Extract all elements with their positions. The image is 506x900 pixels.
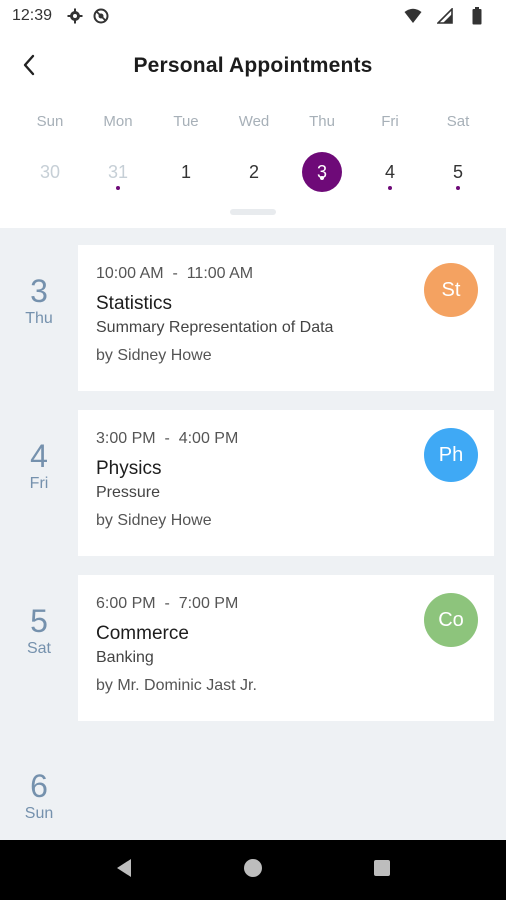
appointment-list[interactable]: 3 Thu 10:00 AM - 11:00 AM Statistics Sum… [0, 228, 506, 840]
day-of-week-label: Sat [446, 113, 470, 130]
date-weekday: Thu [25, 310, 53, 327]
date-number: 5 [30, 603, 48, 639]
day-thu[interactable]: Thu 3 [288, 112, 356, 192]
appointment-topic: Summary Representation of Data [96, 319, 334, 336]
day-fri[interactable]: Fri 4 [356, 112, 424, 190]
nav-back-button[interactable] [104, 850, 144, 890]
back-button[interactable] [12, 50, 46, 84]
nav-home-button[interactable] [233, 850, 273, 890]
day-sat[interactable]: Sat 5 [424, 112, 492, 190]
appointment-topic: Pressure [96, 484, 161, 501]
day-number: 5 [452, 162, 463, 182]
day-of-week-label: Tue [173, 113, 199, 130]
system-nav-bar [0, 840, 506, 900]
day-of-week-label: Mon [103, 113, 133, 130]
week-strip: Sun 30 Mon 31 Tue 1 Wed 2 Thu 3 Fri 4 Sa… [16, 112, 492, 202]
back-triangle-icon [115, 858, 133, 883]
page-title: Personal Appointments [133, 54, 373, 77]
day-number: 4 [384, 162, 395, 182]
appointment-subject: Commerce [96, 623, 189, 644]
appointment-host: by Sidney Howe [96, 347, 212, 364]
day-of-week-label: Fri [381, 113, 399, 130]
date-number: 4 [30, 438, 48, 474]
wifi-icon [404, 7, 422, 25]
appointment-subject: Statistics [96, 293, 173, 314]
day-sun[interactable]: Sun 30 [16, 112, 84, 192]
day-mon[interactable]: Mon 31 [84, 112, 152, 190]
selected-day-number: 3 [302, 152, 342, 192]
nav-recents-button[interactable] [362, 850, 402, 890]
sync-icon [92, 7, 110, 25]
day-tue[interactable]: Tue 1 [152, 112, 220, 192]
avatar: Co [424, 593, 478, 647]
appointment-time: 3:00 PM - 4:00 PM [96, 430, 239, 447]
recents-square-icon [373, 859, 391, 882]
day-of-week-label: Sun [36, 113, 64, 130]
day-of-week-label: Thu [309, 113, 335, 130]
date-column: 4 Fri [0, 439, 78, 493]
status-bar: 12:39 [0, 0, 506, 32]
date-number: 6 [30, 768, 48, 804]
appointment-host: by Sidney Howe [96, 512, 212, 529]
date-weekday: Sat [26, 640, 51, 657]
appointment-card[interactable]: 6:00 PM - 7:00 PM Commerce Banking by Mr… [78, 575, 494, 721]
appointment-card[interactable]: 10:00 AM - 11:00 AM Statistics Summary R… [78, 245, 494, 391]
app-bar: Personal Appointments [0, 38, 506, 94]
signal-icon [436, 7, 454, 25]
battery-icon [468, 7, 486, 25]
gear-icon [66, 7, 84, 25]
appointment-card[interactable]: 3:00 PM - 4:00 PM Physics Pressure by Si… [78, 410, 494, 556]
appointment-topic: Banking [96, 649, 154, 666]
appointment-time: 10:00 AM - 11:00 AM [96, 265, 254, 282]
date-column: 6 Sun [0, 769, 78, 823]
date-weekday: Sun [24, 805, 54, 822]
appointment-time: 6:00 PM - 7:00 PM [96, 595, 239, 612]
appointment-host: by Mr. Dominic Jast Jr. [96, 677, 257, 694]
drag-handle[interactable] [230, 209, 276, 215]
day-number: 30 [39, 162, 61, 182]
avatar: Ph [424, 428, 478, 482]
event-dot [320, 176, 324, 180]
appointment-subject: Physics [96, 458, 162, 479]
day-of-week-label: Wed [238, 113, 270, 130]
chevron-left-icon [21, 53, 37, 82]
status-time: 12:39 [12, 7, 53, 24]
day-number: 31 [107, 162, 129, 182]
date-weekday: Fri [29, 475, 49, 492]
date-number: 3 [30, 273, 48, 309]
day-number: 1 [180, 162, 191, 182]
day-number: 2 [248, 162, 259, 182]
home-circle-icon [243, 858, 263, 883]
date-column: 3 Thu [0, 274, 78, 328]
avatar: St [424, 263, 478, 317]
date-column: 5 Sat [0, 604, 78, 658]
day-wed[interactable]: Wed 2 [220, 112, 288, 192]
